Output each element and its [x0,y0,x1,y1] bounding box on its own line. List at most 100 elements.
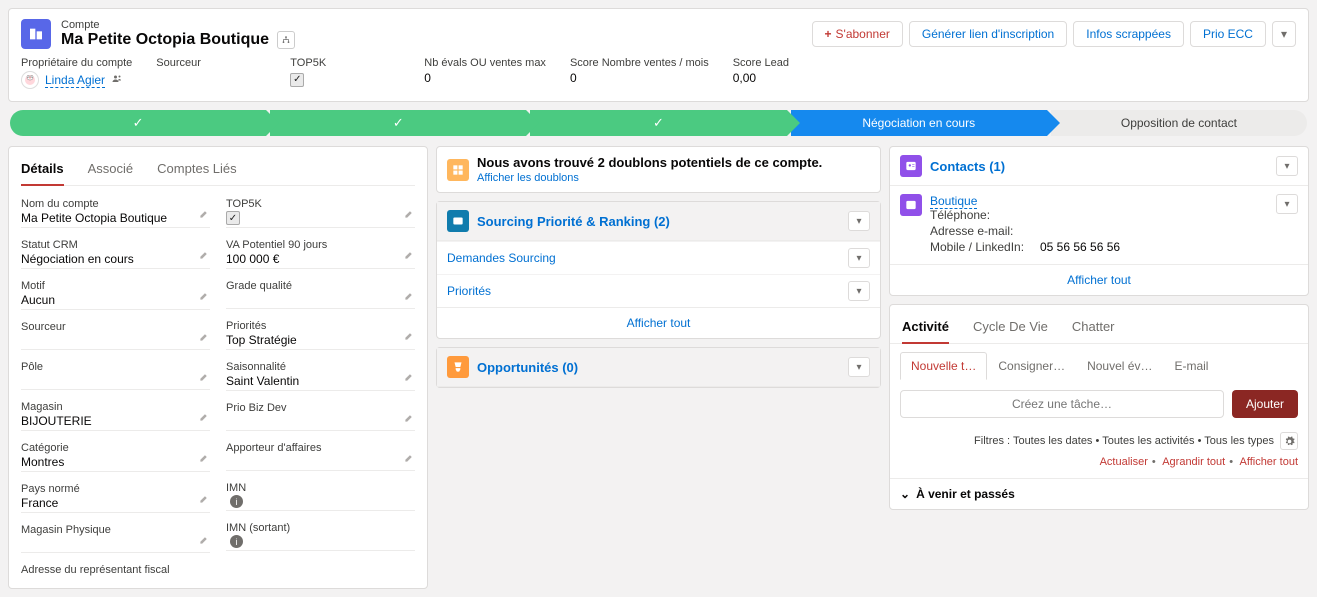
more-actions-button[interactable]: ▾ [1272,21,1296,47]
contact-field-label: Téléphone: [930,208,1040,222]
row-menu-button[interactable]: ▾ [848,248,870,268]
edit-icon[interactable] [199,208,210,222]
edit-icon[interactable] [404,412,415,426]
tab-activite[interactable]: Activité [902,315,949,344]
edit-icon[interactable] [199,411,210,425]
field-value: Montres [21,455,210,472]
gear-icon[interactable] [1280,432,1298,450]
edit-icon[interactable] [404,208,415,222]
field-value: Aucun [21,293,210,310]
nbevals-value: 0 [424,71,546,85]
contacts-title-link[interactable]: Contacts (1) [930,159,1005,174]
check-icon [133,115,144,131]
field-value: ✓ [226,211,415,228]
show-all-link[interactable]: Afficher tout [627,316,691,330]
field-label: Magasin [21,401,210,413]
owner-link[interactable]: Linda Agier [45,73,105,88]
change-owner-icon[interactable] [111,73,125,87]
subtab-email[interactable]: E-mail [1163,352,1219,380]
card-menu-button[interactable]: ▾ [848,211,870,231]
info-icon[interactable]: i [230,495,243,508]
edit-icon[interactable] [199,371,210,385]
check-icon [393,115,404,131]
info-icon[interactable]: i [230,535,243,548]
field-label: Apporteur d'affaires [226,442,415,454]
field-label: Grade qualité [226,280,415,292]
field-label: Pays normé [21,483,210,495]
nbevals-label: Nb évals OU ventes max [424,57,546,69]
edit-icon[interactable] [404,371,415,385]
show-all-link[interactable]: Afficher tout [1067,273,1131,287]
opportunites-title-link[interactable]: Opportunités (0) [477,360,578,375]
field-value: i [226,495,415,511]
field-label: Motif [21,280,210,292]
card-menu-button[interactable]: ▾ [848,357,870,377]
sourceur-label: Sourceur [156,57,266,69]
subtab-new-event[interactable]: Nouvel év… [1076,352,1163,380]
generate-link-button[interactable]: Générer lien d'inscription [909,21,1067,47]
card-menu-button[interactable]: ▾ [1276,156,1298,176]
sourcing-item-link[interactable]: Demandes Sourcing [447,251,556,265]
edit-icon[interactable] [404,330,415,344]
task-input[interactable] [900,390,1224,418]
field-value: BIJOUTERIE [21,414,210,431]
checkbox-icon: ✓ [226,211,240,225]
tab-details[interactable]: Détails [21,157,64,186]
follow-button[interactable]: S'abonner [812,21,903,47]
account-icon [21,19,51,49]
object-breadcrumb: Compte [61,19,295,31]
tab-comptes-lies[interactable]: Comptes Liés [157,157,236,185]
scoreventes-value: 0 [570,71,709,85]
actualiser-link[interactable]: Actualiser [1100,456,1148,468]
field-label: IMN (sortant) [226,522,415,534]
sourcing-title-link[interactable]: Sourcing Priorité & Ranking (2) [477,214,670,229]
top5k-checkbox: ✓ [290,73,304,87]
edit-icon[interactable] [199,493,210,507]
warning-icon [447,159,469,181]
timeline-toggle[interactable]: ⌄ À venir et passés [890,479,1308,509]
agrandir-link[interactable]: Agrandir tout [1162,456,1225,468]
contact-name-link[interactable]: Boutique [930,194,977,209]
field-value: Ma Petite Octopia Boutique [21,211,210,228]
subtab-log[interactable]: Consigner… [987,352,1076,380]
owner-avatar-icon [21,71,39,89]
hierarchy-button[interactable] [277,31,295,49]
field-label: Adresse du représentant fiscal [21,564,210,576]
edit-icon[interactable] [199,452,210,466]
afficher-tout-link[interactable]: Afficher tout [1240,456,1299,468]
edit-icon[interactable] [199,290,210,304]
row-menu-button[interactable]: ▾ [848,281,870,301]
field-label: Saisonnalité [226,361,415,373]
sourcing-icon [447,210,469,232]
edit-icon[interactable] [199,249,210,263]
path-stage-current[interactable]: Négociation en cours [791,110,1047,136]
add-task-button[interactable]: Ajouter [1232,390,1298,418]
tab-associe[interactable]: Associé [88,157,134,185]
contact-menu-button[interactable]: ▾ [1276,194,1298,214]
infos-scrappees-button[interactable]: Infos scrappées [1073,21,1184,47]
edit-icon[interactable] [199,534,210,548]
path-stage-future[interactable]: Opposition de contact [1051,110,1307,136]
show-duplicates-link[interactable]: Afficher les doublons [477,172,822,184]
sourcing-item-link[interactable]: Priorités [447,284,491,298]
field-label: Magasin Physique [21,524,210,536]
path-stage-done[interactable] [270,110,526,136]
prio-ecc-button[interactable]: Prio ECC [1190,21,1266,47]
scoreventes-label: Score Nombre ventes / mois [570,57,709,69]
field-value: 100 000 € [226,252,415,269]
tab-chatter[interactable]: Chatter [1072,315,1115,343]
edit-icon[interactable] [404,290,415,304]
path-stage-done[interactable] [530,110,786,136]
field-label: Statut CRM [21,239,210,251]
tab-cycle-vie[interactable]: Cycle De Vie [973,315,1048,343]
edit-icon[interactable] [199,331,210,345]
field-label: Nom du compte [21,198,210,210]
field-label: Sourceur [21,321,210,333]
edit-icon[interactable] [404,249,415,263]
field-label: Pôle [21,361,210,373]
edit-icon[interactable] [404,452,415,466]
field-value [226,293,415,309]
subtab-new-task[interactable]: Nouvelle t… [900,352,987,380]
path-stage-done[interactable] [10,110,266,136]
contact-item-icon [900,194,922,216]
